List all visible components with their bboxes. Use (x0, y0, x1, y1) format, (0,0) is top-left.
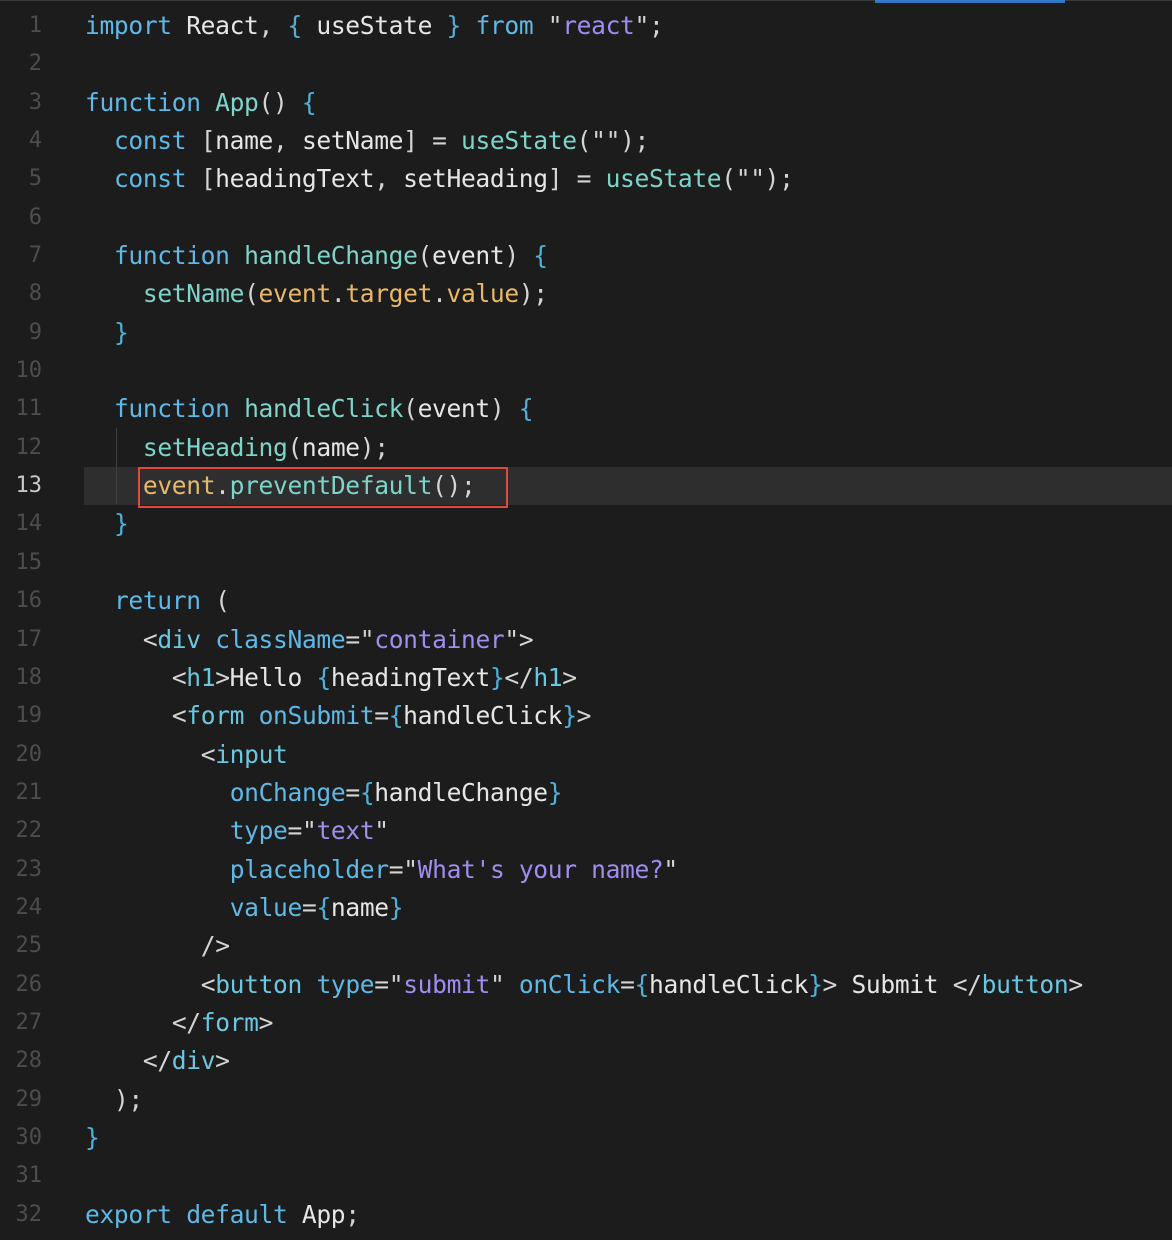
line-number: 13 (15, 473, 43, 499)
line-number: 16 (15, 588, 43, 614)
line-number: 26 (15, 971, 43, 997)
line-number: 28 (15, 1048, 43, 1074)
code-text[interactable]: /> (85, 927, 230, 965)
code-text[interactable]: </form> (85, 1004, 274, 1042)
indent-guide (116, 428, 117, 504)
line-number: 5 (28, 166, 42, 192)
line-number: 25 (15, 933, 43, 959)
code-editor[interactable]: 1 import React, { useState } from "react"… (0, 7, 1172, 1234)
code-text[interactable]: export default App; (85, 1196, 360, 1234)
code-line[interactable]: 7 function handleChange(event) { (0, 237, 1172, 275)
code-text[interactable]: <h1>Hello {headingText}</h1> (85, 659, 577, 697)
code-line[interactable]: 32 export default App; (0, 1196, 1172, 1234)
code-line[interactable]: 27 </form> (0, 1004, 1172, 1042)
code-line[interactable]: 23 placeholder="What's your name?" (0, 851, 1172, 889)
code-text[interactable]: setHeading(name); (85, 429, 389, 467)
line-number: 20 (15, 741, 43, 767)
code-text[interactable]: } (85, 314, 129, 352)
line-number: 4 (28, 128, 42, 154)
code-line[interactable]: 12 setHeading(name); (0, 429, 1172, 467)
line-number: 14 (15, 511, 43, 537)
code-line[interactable]: 3 function App() { (0, 84, 1172, 122)
code-text[interactable]: ); (85, 1081, 143, 1119)
code-line[interactable]: 17 <div className="container"> (0, 621, 1172, 659)
code-line[interactable]: 4 const [name, setName] = useState(""); (0, 122, 1172, 160)
code-line[interactable]: 18 <h1>Hello {headingText}</h1> (0, 659, 1172, 697)
line-number: 15 (15, 549, 43, 575)
code-line[interactable]: 1 import React, { useState } from "react"… (0, 7, 1172, 45)
line-number: 7 (28, 243, 42, 269)
line-number: 24 (15, 894, 43, 920)
line-number: 17 (15, 626, 43, 652)
line-number: 29 (15, 1086, 43, 1112)
code-text[interactable]: <button type="submit" onClick={handleCli… (85, 966, 1083, 1004)
line-number: 11 (15, 396, 43, 422)
code-text[interactable]: setName(event.target.value); (85, 275, 548, 313)
code-line[interactable]: 11 function handleClick(event) { (0, 390, 1172, 428)
code-line[interactable]: 28 </div> (0, 1042, 1172, 1080)
line-number: 32 (15, 1201, 43, 1227)
code-line[interactable]: 6 (0, 199, 1172, 237)
code-line[interactable]: 9 } (0, 314, 1172, 352)
code-text[interactable]: onChange={handleChange} (85, 774, 563, 812)
line-number: 2 (28, 51, 42, 77)
line-number: 30 (15, 1124, 43, 1150)
line-number: 27 (15, 1009, 43, 1035)
line-number: 1 (28, 13, 42, 38)
code-line[interactable]: 14 } (0, 505, 1172, 543)
code-line[interactable]: 8 setName(event.target.value); (0, 275, 1172, 313)
code-text[interactable]: import React, { useState } from "react"; (85, 7, 664, 45)
line-number: 3 (28, 89, 42, 115)
code-text[interactable]: function handleClick(event) { (85, 390, 534, 428)
code-text[interactable]: function handleChange(event) { (85, 237, 548, 275)
line-number: 23 (15, 856, 43, 882)
code-line[interactable]: 26 <button type="submit" onClick={handle… (0, 966, 1172, 1004)
code-line[interactable]: 25 /> (0, 927, 1172, 965)
code-text[interactable]: <div className="container"> (85, 621, 534, 659)
line-number: 10 (15, 358, 43, 384)
code-line[interactable]: 5 const [headingText, setHeading] = useS… (0, 160, 1172, 198)
code-text[interactable]: <input (85, 736, 288, 774)
code-line[interactable]: 19 <form onSubmit={handleClick}> (0, 697, 1172, 735)
code-text[interactable]: const [headingText, setHeading] = useSta… (85, 160, 794, 198)
highlight-annotation-box (138, 467, 508, 508)
code-line[interactable]: 29 ); (0, 1081, 1172, 1119)
code-line[interactable]: 16 return ( (0, 582, 1172, 620)
line-number: 8 (28, 281, 42, 307)
code-text[interactable]: } (85, 505, 129, 543)
code-line[interactable]: 10 (0, 352, 1172, 390)
code-text[interactable]: <form onSubmit={handleClick}> (85, 697, 592, 735)
line-number: 6 (28, 204, 42, 230)
code-text[interactable]: function App() { (85, 84, 317, 122)
code-text[interactable]: value={name} (85, 889, 404, 927)
code-text[interactable]: } (85, 1119, 100, 1157)
line-number: 21 (15, 779, 43, 805)
code-line[interactable]: 15 (0, 544, 1172, 582)
active-tab-indicator[interactable] (875, 0, 1065, 3)
code-line[interactable]: 2 (0, 45, 1172, 83)
line-number: 31 (15, 1163, 43, 1189)
code-text[interactable]: type="text" (85, 812, 389, 850)
line-number: 19 (15, 703, 43, 729)
code-text[interactable]: return ( (85, 582, 230, 620)
code-line[interactable]: 30} (0, 1119, 1172, 1157)
line-number: 9 (28, 319, 42, 345)
code-text[interactable]: placeholder="What's your name?" (85, 851, 679, 889)
code-line[interactable]: 22 type="text" (0, 812, 1172, 850)
line-number: 18 (15, 664, 43, 690)
line-number: 22 (15, 818, 43, 844)
line-number: 12 (15, 434, 43, 460)
code-line[interactable]: 20 <input (0, 736, 1172, 774)
code-line[interactable]: 24 value={name} (0, 889, 1172, 927)
code-line[interactable]: 21 onChange={handleChange} (0, 774, 1172, 812)
code-text[interactable]: const [name, setName] = useState(""); (85, 122, 649, 160)
code-text[interactable]: </div> (85, 1042, 230, 1080)
code-line[interactable]: 31 (0, 1157, 1172, 1195)
